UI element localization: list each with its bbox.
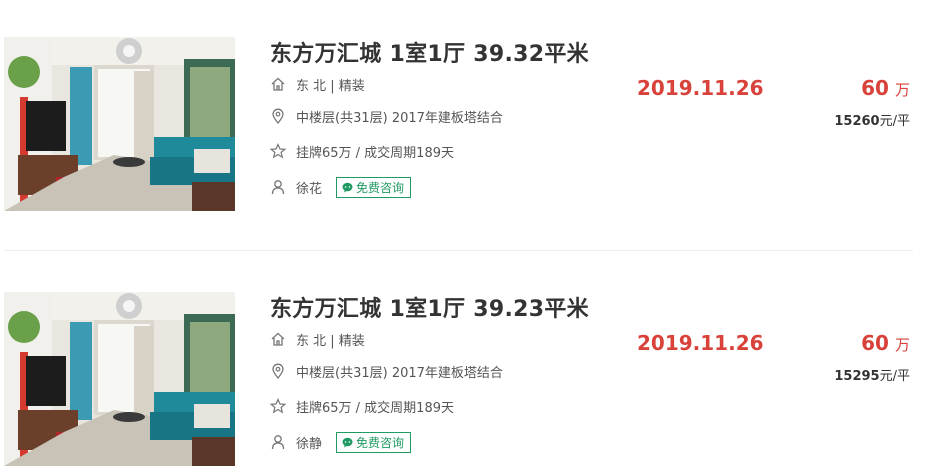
listing-card: 东方万汇城 1室1厅 39.23平米 东 北 | 精装 中楼层(共31层) 20… [0,291,925,467]
person-icon [270,434,286,450]
free-consult-label: 免费咨询 [356,435,405,450]
orientation-decoration-text: 东 北 | 精装 [296,78,365,94]
total-price-unit: 万 [894,81,910,99]
total-price: 60 万 [861,331,910,355]
floor-year-row: 中楼层(共31层) 2017年建板塔结合 [270,361,503,381]
free-consult-button[interactable]: 免费咨询 [336,176,412,198]
agent-row: 徐静 免费咨询 [270,431,412,453]
person-icon [270,179,286,195]
location-pin-icon [270,363,286,379]
listing-cycle-text: 挂牌65万 / 成交周期189天 [296,145,454,161]
unit-price: 15260元/平 [834,110,910,129]
unit-price-value: 15295 [834,369,880,384]
orientation-decoration-text: 东 北 | 精装 [296,333,365,349]
total-price-unit: 万 [894,336,910,354]
house-icon [270,76,286,92]
listing-title[interactable]: 东方万汇城 1室1厅 39.23平米 [270,291,589,323]
unit-price-suffix: 元/平 [879,369,910,384]
wechat-chat-icon [342,437,353,448]
orientation-decoration-row: 东 北 | 精装 [270,74,365,94]
unit-price-suffix: 元/平 [879,114,910,129]
free-consult-label: 免费咨询 [356,180,405,195]
deal-date: 2019.11.26 [637,76,764,100]
deal-date: 2019.11.26 [637,331,764,355]
total-price-value: 60 [861,331,889,355]
floor-year-row: 中楼层(共31层) 2017年建板塔结合 [270,106,503,126]
listing-divider [4,250,913,251]
agent-row: 徐花 免费咨询 [270,176,412,198]
star-icon [270,398,286,414]
location-pin-icon [270,108,286,124]
unit-price-value: 15260 [834,114,880,129]
agent-name[interactable]: 徐花 [296,178,322,197]
total-price-value: 60 [861,76,889,100]
floor-year-text: 中楼层(共31层) 2017年建板塔结合 [296,110,503,126]
listing-cycle-row: 挂牌65万 / 成交周期189天 [270,141,454,161]
listing-cycle-row: 挂牌65万 / 成交周期189天 [270,396,454,416]
floor-year-text: 中楼层(共31层) 2017年建板塔结合 [296,365,503,381]
wechat-chat-icon [342,182,353,193]
listing-photo[interactable] [4,37,235,211]
free-consult-button[interactable]: 免费咨询 [336,431,412,453]
listing-title[interactable]: 东方万汇城 1室1厅 39.32平米 [270,36,589,68]
agent-name[interactable]: 徐静 [296,433,322,452]
house-icon [270,331,286,347]
listing-photo[interactable] [4,292,235,466]
star-icon [270,143,286,159]
listing-cycle-text: 挂牌65万 / 成交周期189天 [296,400,454,416]
unit-price: 15295元/平 [834,365,910,384]
orientation-decoration-row: 东 北 | 精装 [270,329,365,349]
total-price: 60 万 [861,76,910,100]
listing-card: 东方万汇城 1室1厅 39.32平米 东 北 | 精装 中楼层(共31层) 20… [0,36,925,212]
